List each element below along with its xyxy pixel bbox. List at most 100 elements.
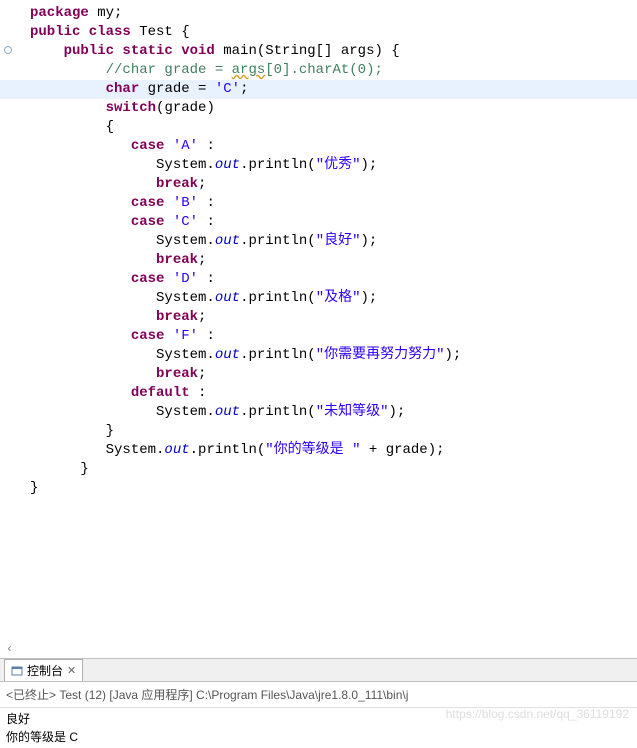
code-token <box>30 195 131 211</box>
code-line[interactable]: char grade = 'C'; <box>0 80 637 99</box>
code-token <box>30 176 156 192</box>
code-token: } <box>30 423 114 439</box>
code-token: grade = <box>139 81 215 97</box>
code-token: my; <box>89 5 123 21</box>
code-token: ); <box>361 233 378 249</box>
code-token <box>30 62 106 78</box>
code-line[interactable]: case 'C' : <box>0 213 637 232</box>
code-token: char <box>106 81 140 97</box>
code-token <box>30 309 156 325</box>
code-line[interactable]: System.out.println("你的等级是 " + grade); <box>0 441 637 460</box>
code-token: System. <box>30 233 215 249</box>
code-token: case <box>131 214 165 230</box>
close-icon[interactable]: ✕ <box>67 664 76 677</box>
code-token <box>30 252 156 268</box>
code-token <box>164 195 172 211</box>
code-token: switch <box>106 100 156 116</box>
code-token: out <box>215 157 240 173</box>
code-token: (grade) <box>156 100 215 116</box>
code-line[interactable]: { <box>0 118 637 137</box>
console-tab-bar: 控制台 ✕ <box>0 658 637 682</box>
code-token: ); <box>445 347 462 363</box>
code-token: 'F' <box>173 328 198 344</box>
code-token: 'C' <box>215 81 240 97</box>
code-line[interactable]: break; <box>0 308 637 327</box>
code-line[interactable]: case 'B' : <box>0 194 637 213</box>
code-token: ); <box>361 157 378 173</box>
code-token: ; <box>198 366 206 382</box>
code-line[interactable]: break; <box>0 175 637 194</box>
code-token: "未知等级" <box>316 404 389 420</box>
code-token <box>30 214 131 230</box>
code-token: "良好" <box>316 233 361 249</box>
code-line[interactable]: break; <box>0 365 637 384</box>
code-token: case <box>131 328 165 344</box>
code-line[interactable]: public static void main(String[] args) { <box>0 42 637 61</box>
code-token: ); <box>389 404 406 420</box>
code-line[interactable]: case 'D' : <box>0 270 637 289</box>
code-token <box>30 366 156 382</box>
code-token: .println( <box>240 290 316 306</box>
fold-icon[interactable] <box>4 46 12 54</box>
code-line[interactable]: System.out.println("未知等级"); <box>0 403 637 422</box>
code-token: break <box>156 252 198 268</box>
console-tab[interactable]: 控制台 ✕ <box>4 659 83 681</box>
code-token: 'D' <box>173 271 198 287</box>
code-line[interactable]: case 'A' : <box>0 137 637 156</box>
code-token: + grade); <box>360 442 444 458</box>
code-token <box>164 214 172 230</box>
code-token: 'A' <box>173 138 198 154</box>
code-line[interactable]: System.out.println("优秀"); <box>0 156 637 175</box>
scroll-left-icon[interactable]: ‹ <box>6 642 13 656</box>
code-token <box>30 271 131 287</box>
code-token <box>164 138 172 154</box>
code-token <box>30 100 106 116</box>
code-token: args <box>232 62 266 78</box>
code-editor[interactable]: package my;public class Test { public st… <box>0 0 637 658</box>
code-token: { <box>30 119 114 135</box>
code-line[interactable]: //char grade = args[0].charAt(0); <box>0 61 637 80</box>
code-token: .println( <box>240 233 316 249</box>
code-token: ); <box>361 290 378 306</box>
code-token: case <box>131 271 165 287</box>
code-token: Test { <box>131 24 190 40</box>
code-line[interactable]: System.out.println("良好"); <box>0 232 637 251</box>
code-token: [0].charAt(0); <box>265 62 383 78</box>
code-token: .println( <box>190 442 266 458</box>
code-token: out <box>215 347 240 363</box>
code-token: 'B' <box>173 195 198 211</box>
code-line[interactable]: System.out.println("你需要再努力努力"); <box>0 346 637 365</box>
code-token <box>30 43 64 59</box>
code-token: : <box>198 138 215 154</box>
code-token: : <box>190 385 207 401</box>
code-line[interactable]: } <box>0 422 637 441</box>
code-token: : <box>198 214 215 230</box>
code-token: out <box>215 290 240 306</box>
code-token: //char grade = <box>106 62 232 78</box>
code-line[interactable]: System.out.println("及格"); <box>0 289 637 308</box>
code-token: "你的等级是 " <box>265 442 360 458</box>
code-line[interactable]: package my; <box>0 4 637 23</box>
code-token: : <box>198 195 215 211</box>
code-line[interactable]: } <box>0 460 637 479</box>
code-line[interactable]: case 'F' : <box>0 327 637 346</box>
code-token: 'C' <box>173 214 198 230</box>
console-status: <已终止> Test (12) [Java 应用程序] C:\Program F… <box>0 682 637 708</box>
code-line[interactable]: public class Test { <box>0 23 637 42</box>
code-token <box>30 138 131 154</box>
code-line[interactable]: } <box>0 479 637 498</box>
code-token: .println( <box>240 404 316 420</box>
code-token: : <box>198 271 215 287</box>
code-token <box>30 385 131 401</box>
code-token <box>30 328 131 344</box>
code-line[interactable]: switch(grade) <box>0 99 637 118</box>
code-line[interactable]: default : <box>0 384 637 403</box>
code-token: ; <box>198 252 206 268</box>
code-token: "及格" <box>316 290 361 306</box>
code-token: .println( <box>240 157 316 173</box>
code-token: out <box>215 404 240 420</box>
code-token: } <box>30 480 38 496</box>
code-token <box>164 328 172 344</box>
code-line[interactable]: break; <box>0 251 637 270</box>
code-token: System. <box>30 404 215 420</box>
